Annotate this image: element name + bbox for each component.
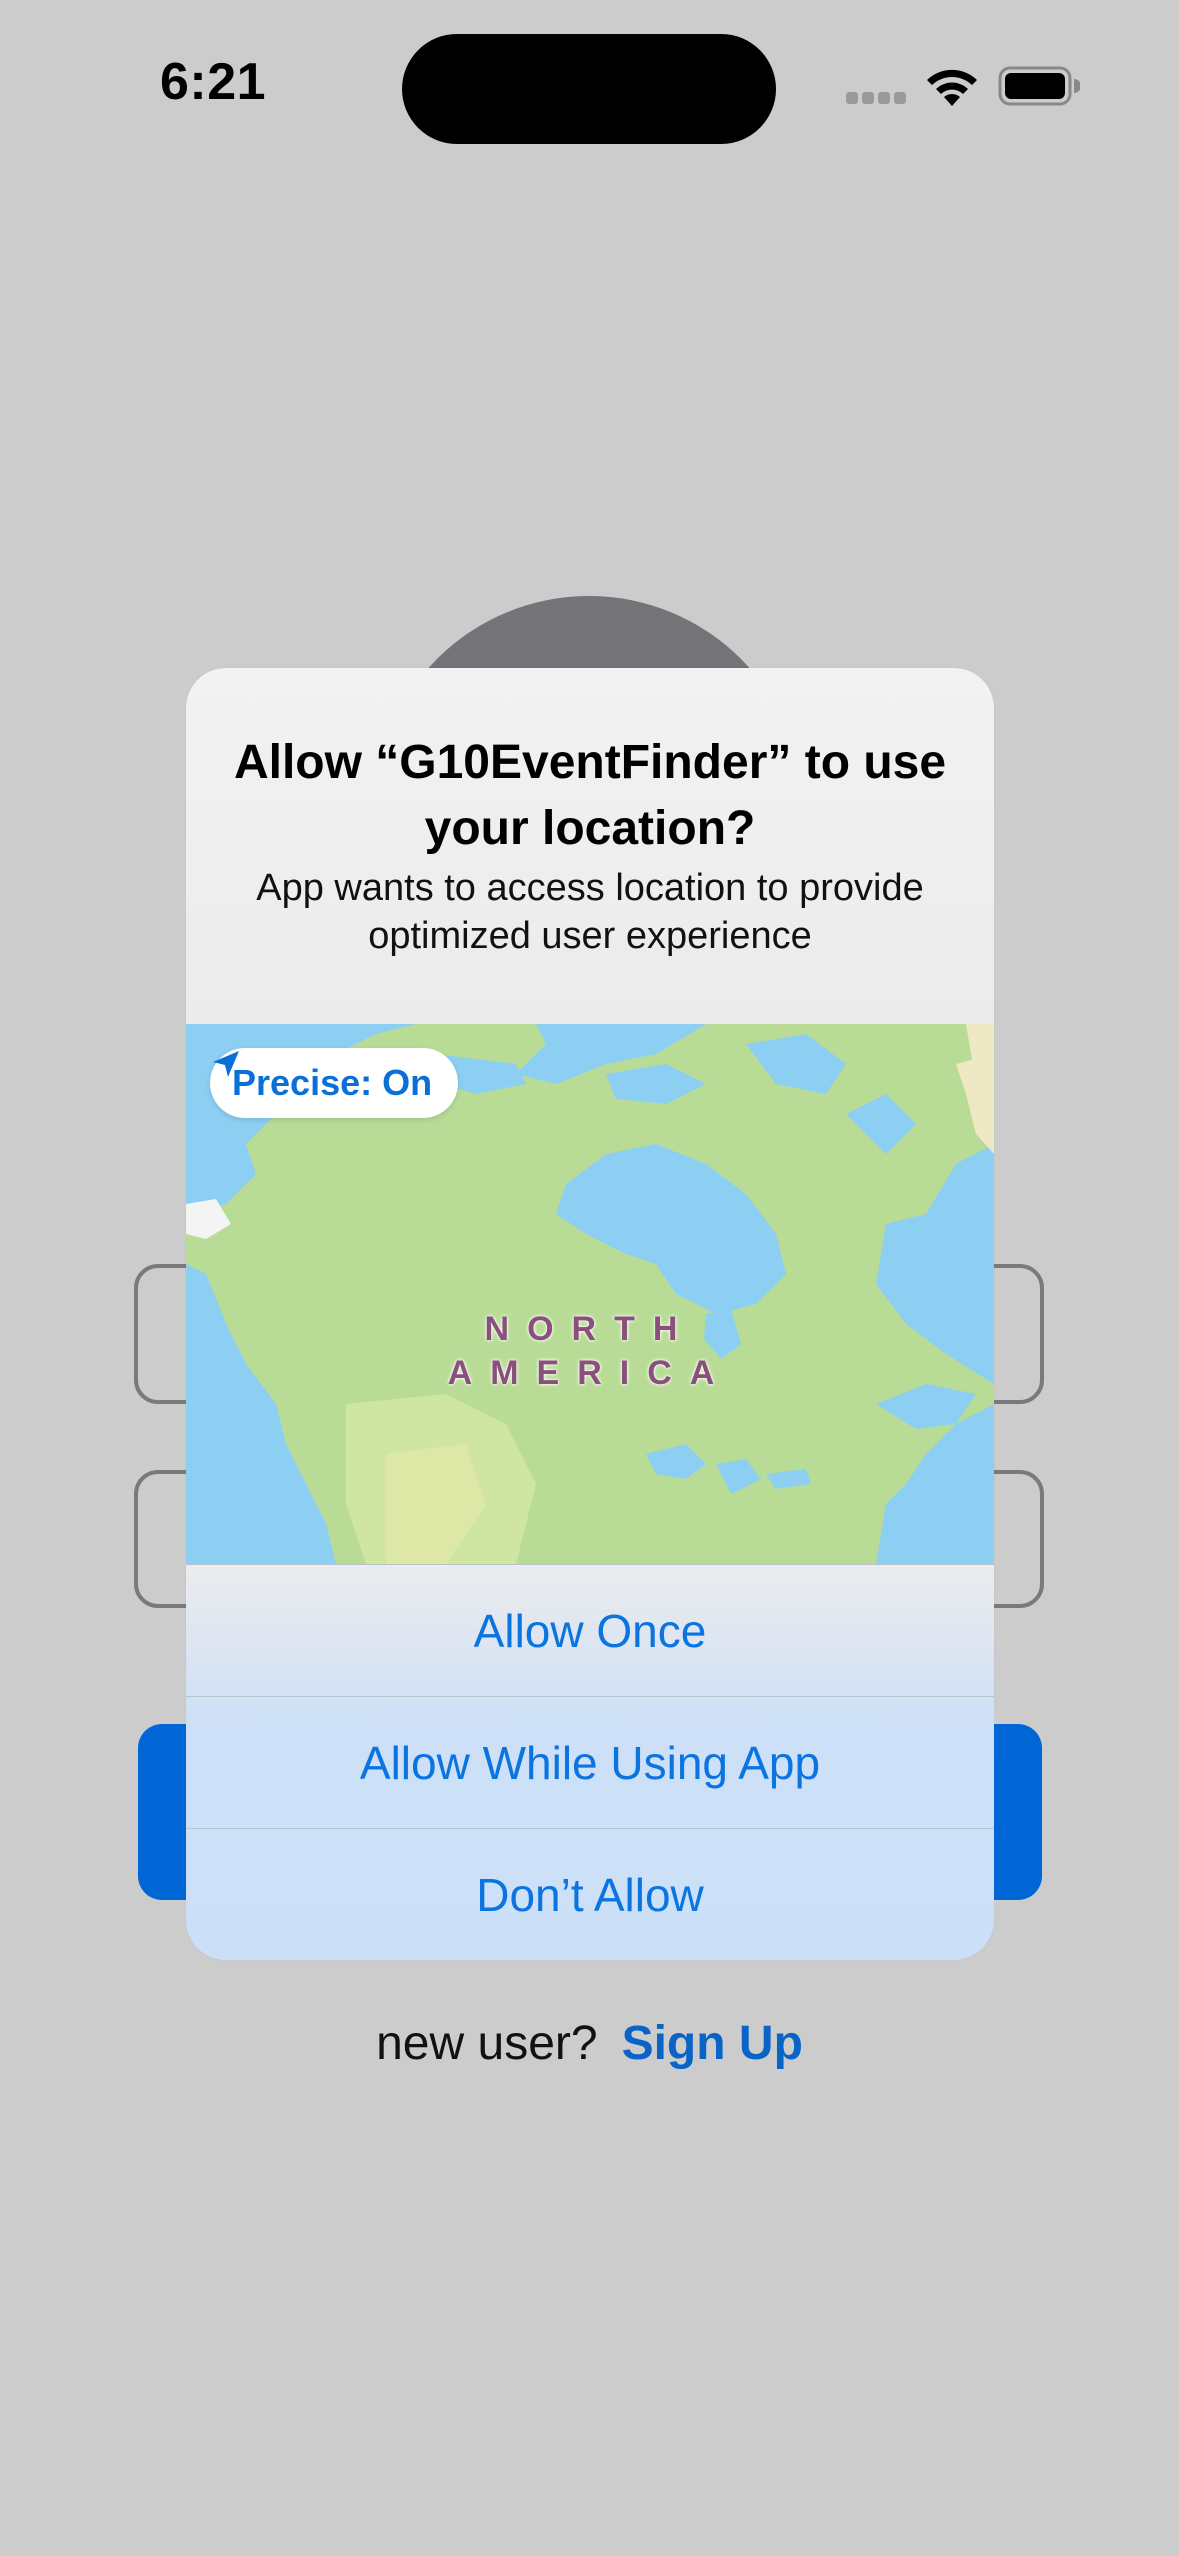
location-arrow-icon [213, 1051, 239, 1077]
signup-row: new user? Sign Up [0, 2016, 1179, 2071]
location-map: NORTH AMERICA Precise: On [186, 1024, 994, 1564]
precise-location-label: Precise: On [232, 1062, 433, 1103]
battery-icon [998, 66, 1080, 106]
status-time: 6:21 [160, 53, 267, 111]
map-region-label-line1: NORTH [484, 1310, 696, 1348]
signup-prompt: new user? [376, 2017, 598, 2070]
alert-title: Allow “G10EventFinder” to use your locat… [233, 736, 947, 855]
allow-once-button[interactable]: Allow Once [186, 1564, 994, 1696]
screen: 6:21 new user? Sign Up Allow “G10EventFin… [0, 0, 1179, 2556]
location-permission-alert: Allow “G10EventFinder” to use your locat… [186, 668, 994, 1960]
signup-link[interactable]: Sign Up [622, 2017, 803, 2070]
map-region-label-line2: AMERICA [447, 1354, 733, 1392]
precise-location-toggle[interactable]: Precise: On [210, 1048, 459, 1118]
cellular-signal-icon [846, 92, 906, 104]
dont-allow-button[interactable]: Don’t Allow [186, 1828, 994, 1960]
alert-message: App wants to access location to provide … [256, 867, 924, 957]
alert-header: Allow “G10EventFinder” to use your locat… [186, 668, 994, 1024]
allow-while-using-app-button[interactable]: Allow While Using App [186, 1696, 994, 1828]
wifi-icon [927, 69, 977, 106]
dynamic-island [402, 34, 776, 144]
alert-actions: Allow Once Allow While Using App Don’t A… [186, 1564, 994, 1960]
